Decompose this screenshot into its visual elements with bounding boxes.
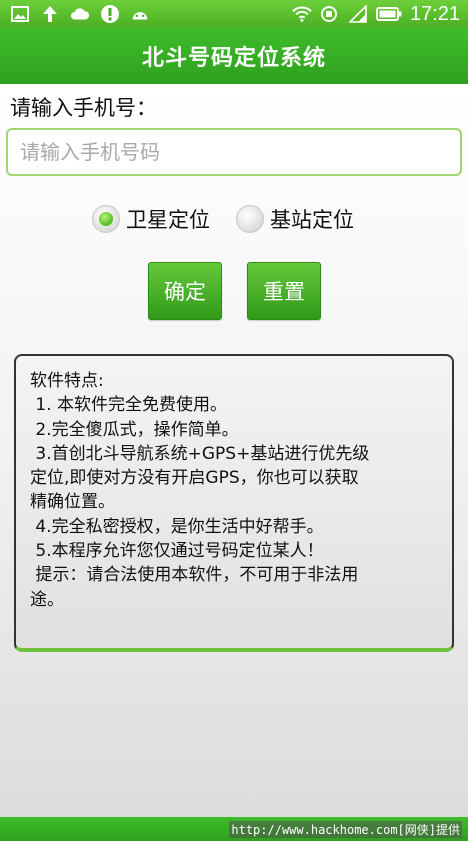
radio-satellite[interactable]: 卫星定位 bbox=[92, 204, 210, 234]
sim-icon bbox=[320, 5, 340, 23]
info-line: 定位,即使对方没有开启GPS，你也可以获取 bbox=[30, 468, 359, 489]
footer-bar: http://www.hackhome.com[网侠]提供 bbox=[0, 817, 468, 841]
android-icon bbox=[130, 5, 150, 23]
watermark-text: http://www.hackhome.com[网侠]提供 bbox=[229, 821, 462, 838]
info-line: 软件特点: bbox=[30, 371, 104, 391]
alert-icon bbox=[100, 5, 120, 23]
feature-info-box: 软件特点: 1. 本软件完全免费使用。 2.完全傻瓜式，操作简单。 3.首创北斗… bbox=[14, 354, 454, 652]
info-line: 3.首创北斗导航系统+GPS+基站进行优先级 bbox=[30, 443, 370, 464]
info-line: 1. 本软件完全免费使用。 bbox=[30, 395, 228, 416]
radio-checked-icon[interactable] bbox=[92, 205, 120, 233]
radio-cell-station-label: 基站定位 bbox=[270, 208, 354, 232]
cloud-icon bbox=[70, 5, 90, 23]
location-mode-group: 卫星定位 基站定位 bbox=[92, 204, 354, 234]
app-title: 北斗号码定位系统 bbox=[0, 28, 468, 84]
phone-label: 请输入手机号： bbox=[10, 96, 157, 120]
info-line: 2.完全傻瓜式，操作简单。 bbox=[30, 419, 239, 440]
info-line: 精确位置。 bbox=[30, 492, 115, 513]
radio-cell-station[interactable]: 基站定位 bbox=[236, 204, 354, 234]
upload-arrow-icon bbox=[40, 5, 60, 23]
info-line: 途。 bbox=[30, 589, 64, 610]
signal-icon bbox=[348, 5, 368, 23]
confirm-button[interactable]: 确定 bbox=[148, 262, 222, 320]
info-line: 5.本程序允许您仅通过号码定位某人！ bbox=[30, 541, 324, 562]
wifi-icon bbox=[292, 5, 312, 23]
info-line: 4.完全私密授权，是你生活中好帮手。 bbox=[30, 516, 324, 537]
battery-icon bbox=[375, 5, 402, 23]
reset-button[interactable]: 重置 bbox=[247, 262, 321, 320]
radio-satellite-label: 卫星定位 bbox=[126, 208, 210, 232]
info-line: 提示：请合法使用本软件，不可用于非法用 bbox=[30, 565, 359, 586]
status-bar: 17:21 bbox=[0, 0, 468, 28]
phone-number-input[interactable] bbox=[6, 128, 462, 176]
clock-time: 17:21 bbox=[409, 2, 460, 25]
radio-unchecked-icon[interactable] bbox=[236, 205, 264, 233]
main-content: 请输入手机号： 卫星定位 基站定位 确定 重置 软件特点: 1. 本软件完全免费… bbox=[0, 84, 468, 817]
picture-icon bbox=[10, 5, 30, 23]
